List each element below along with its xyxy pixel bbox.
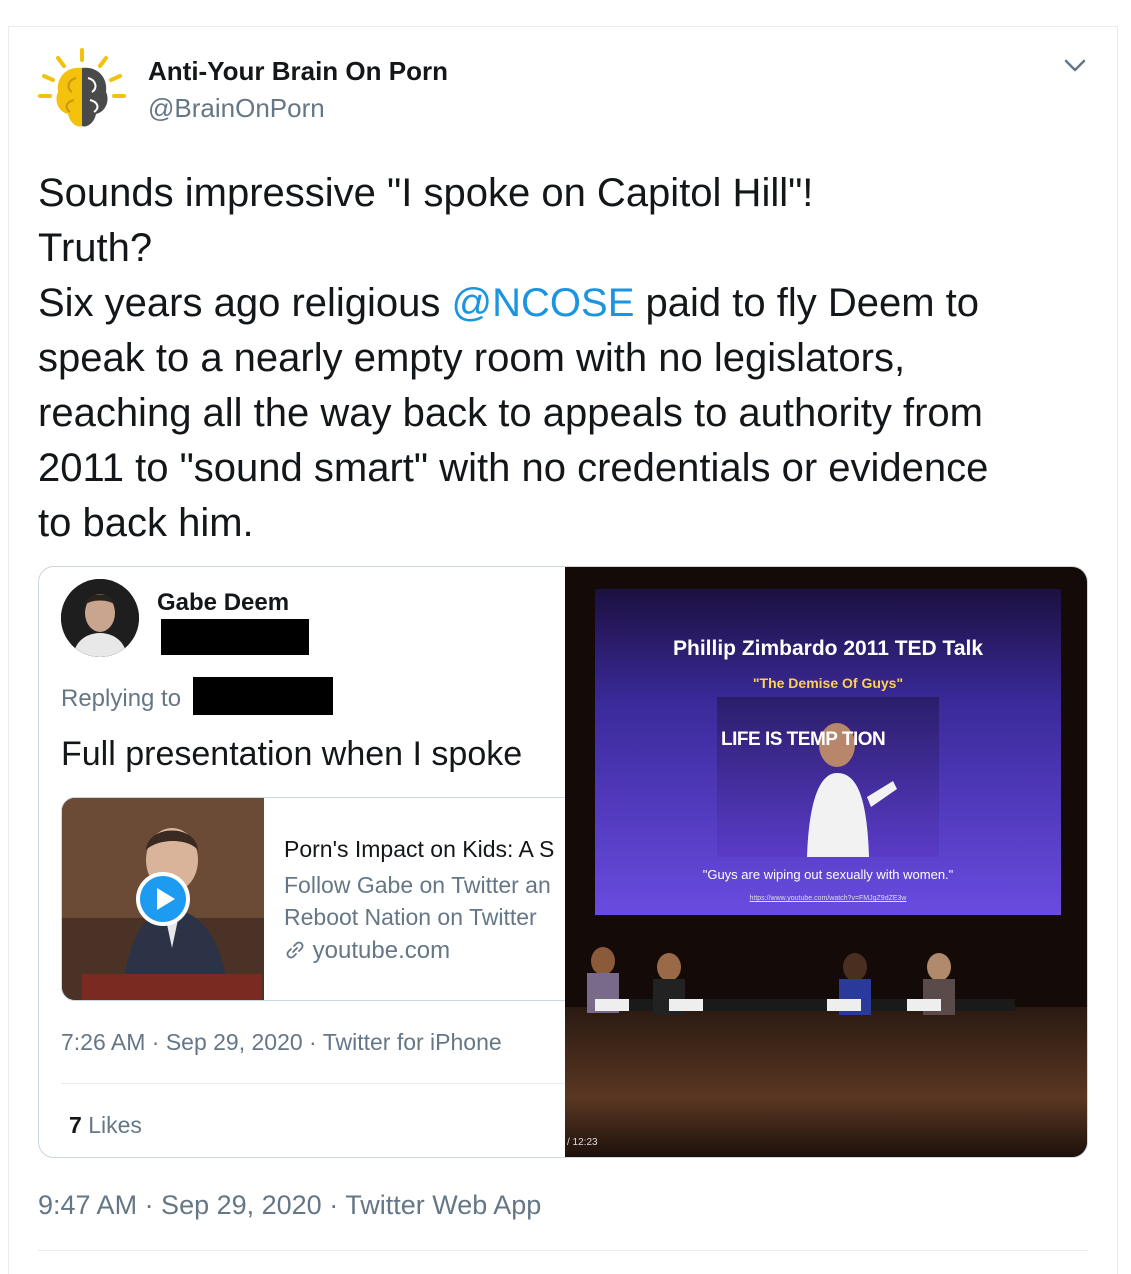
card-title: Porn's Impact on Kids: A S xyxy=(284,836,555,862)
link-card: Porn's Impact on Kids: A S Follow Gabe o… xyxy=(61,797,621,1001)
card-description: Reboot Nation on Twitter xyxy=(284,904,537,930)
slide-overlay-text: LIFE IS TEMP TION xyxy=(721,729,886,750)
embedded-likes: 7 Likes xyxy=(69,1112,142,1139)
card-link: youtube.com xyxy=(284,937,450,965)
video-duration: / 12:23 xyxy=(567,1137,598,1148)
tweet-line: Six years ago religious @NCOSE paid to f… xyxy=(38,276,1098,331)
link-icon xyxy=(284,937,313,964)
chevron-down-icon[interactable] xyxy=(1060,54,1090,78)
card-domain: youtube.com xyxy=(312,937,451,964)
mention-link[interactable]: @NCOSE xyxy=(452,281,635,325)
slide-url: https://www.youtube.com/watch?v=FMJgZ9dZ… xyxy=(749,895,907,902)
embedded-avatar xyxy=(61,579,139,657)
author-name[interactable]: Anti-Your Brain On Porn xyxy=(148,56,448,87)
panelists-image xyxy=(587,947,955,1015)
redaction-bar xyxy=(161,619,309,655)
tweet-text: Sounds impressive "I spoke on Capitol Hi… xyxy=(38,166,1098,551)
divider xyxy=(38,1250,1088,1251)
likes-label: Likes xyxy=(88,1112,142,1138)
tweet-timestamp[interactable]: 9:47 AM · Sep 29, 2020 · Twitter Web App xyxy=(38,1190,541,1221)
slide-title: Phillip Zimbardo 2011 TED Talk xyxy=(672,637,984,660)
embedded-author-name: Gabe Deem xyxy=(157,589,290,616)
embedded-tweet-meta: 7:26 AM · Sep 29, 2020 · Twitter for iPh… xyxy=(61,1029,502,1055)
brain-logo-avatar[interactable] xyxy=(36,44,128,136)
slide-image xyxy=(717,697,939,857)
card-description: Follow Gabe on Twitter an xyxy=(284,872,551,898)
tweet-line: speak to a nearly empty room with no leg… xyxy=(38,336,906,380)
tweet-line-text: paid to fly Deem to xyxy=(634,281,980,325)
tweet-line: Sounds impressive "I spoke on Capitol Hi… xyxy=(38,171,814,215)
tweet-line: Truth? xyxy=(38,226,153,270)
slide-quote: "Guys are wiping out sexually with women… xyxy=(702,867,954,882)
tweet-line: to back him. xyxy=(38,501,254,545)
attached-media[interactable]: Gabe Deem Replying to Full presentation … xyxy=(38,566,1088,1158)
tweet-line: reaching all the way back to appeals to … xyxy=(38,391,983,435)
tweet-line-text: Six years ago religious xyxy=(38,281,452,325)
author-handle[interactable]: @BrainOnPorn xyxy=(148,93,325,124)
divider xyxy=(61,1083,581,1084)
embedded-tweet-text: Full presentation when I spoke xyxy=(61,735,523,773)
likes-count: 7 xyxy=(69,1112,82,1138)
projector-screen: Phillip Zimbardo 2011 TED Talk "The Demi… xyxy=(595,589,1061,915)
replying-to-label: Replying to xyxy=(61,685,182,712)
tweet-line: 2011 to "sound smart" with no credential… xyxy=(38,446,989,490)
slide-subtitle: "The Demise Of Guys" xyxy=(752,675,904,691)
play-icon[interactable] xyxy=(136,872,190,926)
redaction-bar xyxy=(193,677,333,715)
video-thumbnail[interactable]: Phillip Zimbardo 2011 TED Talk "The Demi… xyxy=(565,567,1087,1157)
card-thumbnail xyxy=(62,798,264,1000)
